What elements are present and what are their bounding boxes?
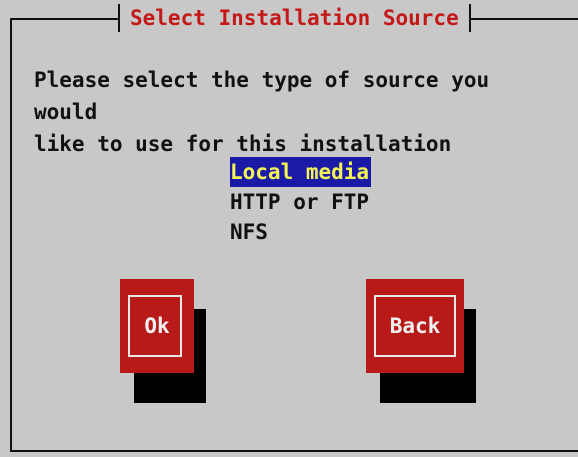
back-button-group: Back	[366, 279, 478, 404]
installation-source-dialog: Select Installation Source Please select…	[0, 0, 578, 457]
dialog-prompt: Please select the type of source you wou…	[34, 68, 490, 156]
list-item-local-media[interactable]: Local media	[230, 157, 372, 187]
dialog-title: Select Installation Source	[118, 4, 471, 32]
ok-button-group: Ok	[120, 279, 208, 404]
ok-button[interactable]: Ok	[120, 279, 194, 373]
source-listbox[interactable]: Local media HTTP or FTP NFS	[230, 157, 430, 247]
list-item-nfs[interactable]: NFS	[230, 217, 268, 247]
back-button[interactable]: Back	[366, 279, 464, 373]
ok-button-label: Ok	[144, 314, 170, 338]
back-button-label: Back	[389, 314, 441, 338]
list-item-http-ftp[interactable]: HTTP or FTP	[230, 187, 369, 217]
